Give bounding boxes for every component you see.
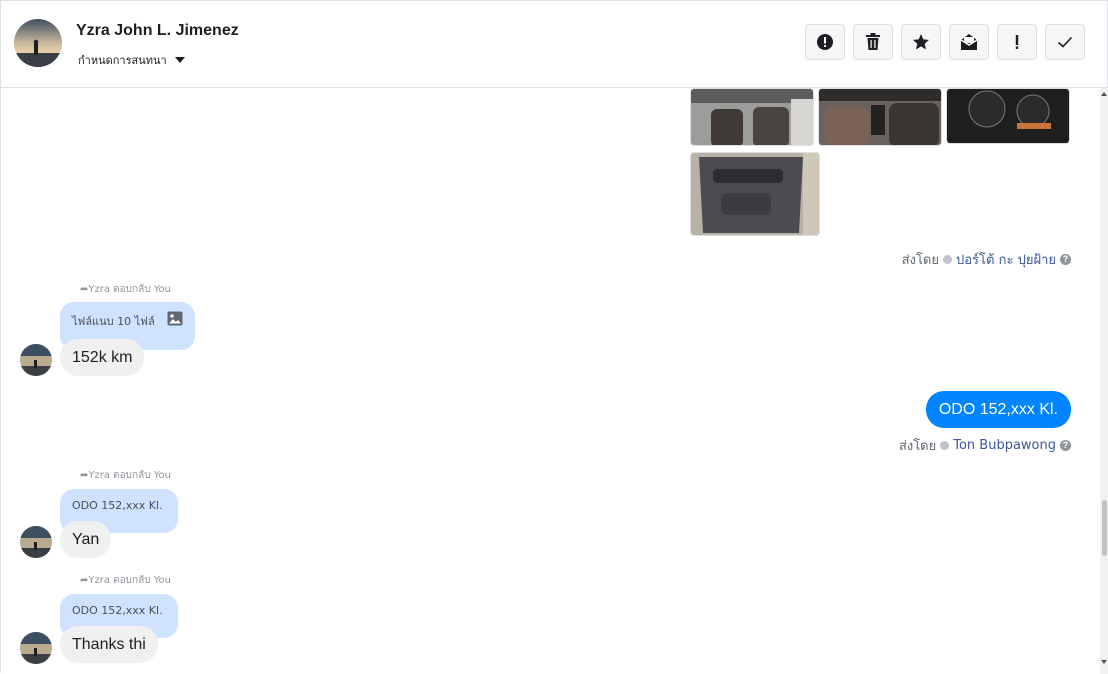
contact-avatar-small[interactable] <box>20 344 52 376</box>
sender-name[interactable]: ปอร์โต้ กะ ปุยฝ้าย <box>956 249 1056 270</box>
delete-button[interactable] <box>853 24 893 60</box>
sent-by-line: ส่งโดย Ton Bubpawong ? <box>899 435 1071 456</box>
star-button[interactable] <box>901 24 941 60</box>
attachment-photo[interactable] <box>690 152 820 236</box>
attachment-photo[interactable] <box>946 88 1070 144</box>
assign-label: กำหนดการสนทนา <box>78 54 167 67</box>
attachment-photo[interactable] <box>818 88 942 146</box>
incoming-message[interactable]: 152k km <box>60 339 145 376</box>
help-icon[interactable]: ? <box>1060 440 1071 451</box>
verified-badge-icon <box>943 255 952 264</box>
outgoing-message[interactable]: ODO 152,xxx Kl. <box>925 391 1071 428</box>
image-icon <box>167 311 183 326</box>
envelope-open-icon <box>960 34 978 50</box>
sent-by-prefix: ส่งโดย <box>901 253 939 268</box>
caret-down-icon <box>174 57 185 63</box>
checkmark-icon <box>1057 36 1073 48</box>
mark-spam-button[interactable] <box>805 24 845 60</box>
incoming-message[interactable]: Yan <box>60 521 112 558</box>
quoted-text: ODO 152,xxx Kl. <box>72 499 163 512</box>
follow-up-button[interactable] <box>997 24 1037 60</box>
scroll-up-arrow-icon[interactable] <box>1101 92 1107 96</box>
verified-badge-icon <box>940 441 950 450</box>
trash-icon <box>866 33 880 50</box>
exclamation-icon <box>1015 35 1019 49</box>
quoted-text: ไฟล์แนบ 10 ไฟล์ <box>72 315 155 328</box>
conversation-header: Yzra John L. Jimenez กำหนดการสนทนา <box>1 1 1107 88</box>
contact-name: Yzra John L. Jimenez <box>76 22 239 39</box>
star-icon <box>913 34 929 50</box>
contact-avatar-small[interactable] <box>20 526 52 558</box>
help-icon[interactable]: ? <box>1060 254 1071 265</box>
contact-avatar-small[interactable] <box>20 632 52 664</box>
scrollbar-thumb[interactable] <box>1102 500 1107 556</box>
scrollbar[interactable] <box>1100 88 1108 674</box>
mark-unread-button[interactable] <box>949 24 989 60</box>
sent-by-line: ส่งโดย ปอร์โต้ กะ ปุยฝ้าย ? <box>902 249 1071 270</box>
reply-note: ➦Yzra ตอบกลับ You <box>80 284 171 295</box>
alert-circle-icon <box>817 34 833 50</box>
mark-done-button[interactable] <box>1045 24 1085 60</box>
incoming-message[interactable]: Thanks thi <box>60 626 158 663</box>
reply-note: ➦Yzra ตอบกลับ You <box>80 470 171 481</box>
sender-name[interactable]: Ton Bubpawong <box>953 438 1056 453</box>
reply-note: ➦Yzra ตอบกลับ You <box>80 575 171 586</box>
sent-by-prefix: ส่งโดย <box>898 439 937 454</box>
assign-conversation-dropdown[interactable]: กำหนดการสนทนา <box>78 51 185 69</box>
scroll-down-arrow-icon[interactable] <box>1101 660 1107 664</box>
quoted-text: ODO 152,xxx Kl. <box>72 604 163 617</box>
attachment-photo[interactable] <box>690 88 814 146</box>
contact-avatar[interactable] <box>14 19 62 67</box>
